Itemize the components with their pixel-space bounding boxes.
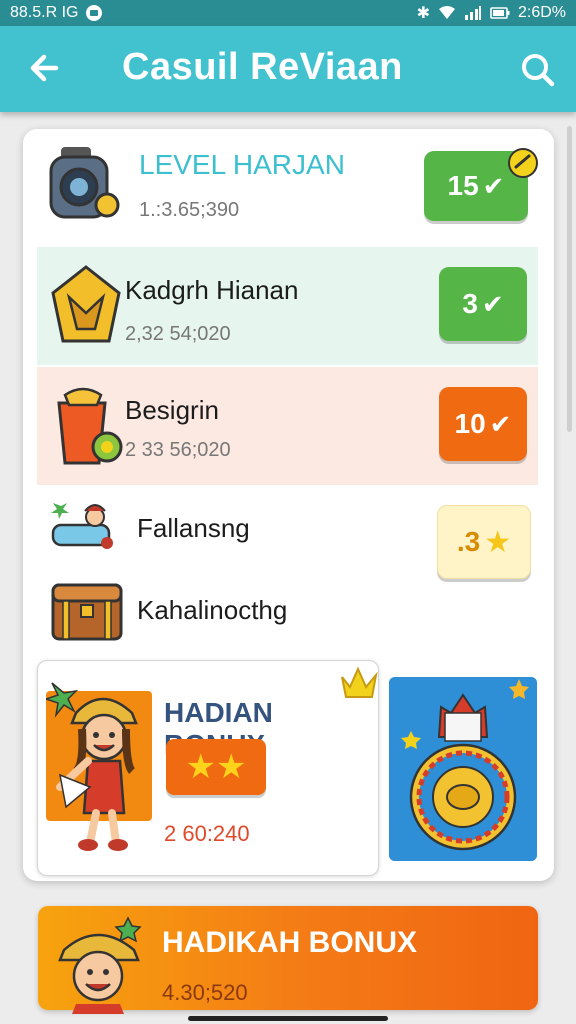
list-item-subtitle: 1.:3.65;390 xyxy=(139,199,240,221)
list-item-title: Kadgrh Hianan xyxy=(125,275,299,305)
list-item-subtitle: 2 33 56;020 xyxy=(125,439,231,461)
list-item[interactable]: Fallansng .3 ★ xyxy=(37,491,538,579)
arrow-left-icon xyxy=(30,54,59,82)
character-icon xyxy=(51,503,113,549)
bonus-value: 2 60:240 xyxy=(164,821,250,846)
list-item-title: Kahalinocthg xyxy=(137,595,288,625)
level-badge[interactable]: .3 ★ xyxy=(437,505,531,579)
battery-icon xyxy=(490,7,510,19)
list-item-subtitle: 2,32 54;020 xyxy=(125,323,231,345)
check-star-icon xyxy=(508,148,538,178)
badge-value: 15 xyxy=(447,170,479,201)
helmet-icon xyxy=(51,265,121,343)
bonus-card[interactable]: HADIAN BONUX ★★ 2 60:240 xyxy=(37,660,379,876)
home-indicator[interactable] xyxy=(188,1016,388,1021)
signal-icon xyxy=(464,6,481,20)
battery-text: 2:6D% xyxy=(517,4,566,21)
list-item-title: LEVEL HARJAN xyxy=(139,149,345,180)
list-item[interactable]: LEVEL HARJAN 1.:3.65;390 15 ✔ xyxy=(37,129,538,245)
search-button[interactable] xyxy=(518,50,558,90)
bucket-icon xyxy=(57,387,123,465)
level-badge[interactable]: 3 ✔ xyxy=(439,267,527,341)
star-icon: ★ xyxy=(216,748,247,786)
notification-icon xyxy=(86,5,103,21)
medal-card[interactable] xyxy=(389,677,537,861)
star-icon: ★ xyxy=(484,525,512,559)
bonus-banner[interactable]: HADIKAH BONUX 4.30;520 xyxy=(38,906,538,1014)
search-icon xyxy=(522,54,555,87)
rewards-card: LEVEL HARJAN 1.:3.65;390 15 ✔ Kadgrh Hia… xyxy=(23,129,554,881)
level-badge[interactable]: 10 ✔ xyxy=(439,387,527,461)
check-icon: ✔ xyxy=(482,170,505,201)
page-title: Casuil ReViaan xyxy=(122,46,403,88)
check-icon: ✔ xyxy=(481,288,504,319)
list-item[interactable]: Kadgrh Hianan 2,32 54;020 3 ✔ xyxy=(37,247,538,365)
badge-value: 10 xyxy=(454,408,486,439)
back-button[interactable] xyxy=(24,48,68,92)
status-time: 88.5.R IG xyxy=(10,4,79,21)
list-item-title: Besigrin xyxy=(125,395,219,425)
banner-character-icon xyxy=(58,916,142,1014)
badge-value: .3 xyxy=(456,526,481,557)
bonus-character-icon xyxy=(46,682,152,851)
status-bar: 88.5.R IG ✱ 2:6D% xyxy=(0,0,576,26)
star-icon: ★ xyxy=(185,748,216,786)
chest-icon xyxy=(51,583,123,641)
scrollbar[interactable] xyxy=(567,126,572,432)
app-bar: Casuil ReViaan xyxy=(0,26,576,112)
check-icon: ✔ xyxy=(489,408,512,439)
list-item[interactable]: Kahalinocthg xyxy=(37,573,538,645)
bonus-stars-button[interactable]: ★ ★ xyxy=(166,739,266,795)
list-item-title: Fallansng xyxy=(137,513,250,543)
camera-icon xyxy=(49,147,120,219)
medal-icon xyxy=(389,677,537,861)
bluetooth-icon: ✱ xyxy=(416,5,430,22)
badge-value: 3 xyxy=(462,288,478,319)
list-item[interactable]: Besigrin 2 33 56;020 10 ✔ xyxy=(37,367,538,485)
wifi-icon xyxy=(438,6,455,19)
banner-value: 4.30;520 xyxy=(162,980,248,1005)
banner-title: HADIKAH BONUX xyxy=(162,926,417,959)
